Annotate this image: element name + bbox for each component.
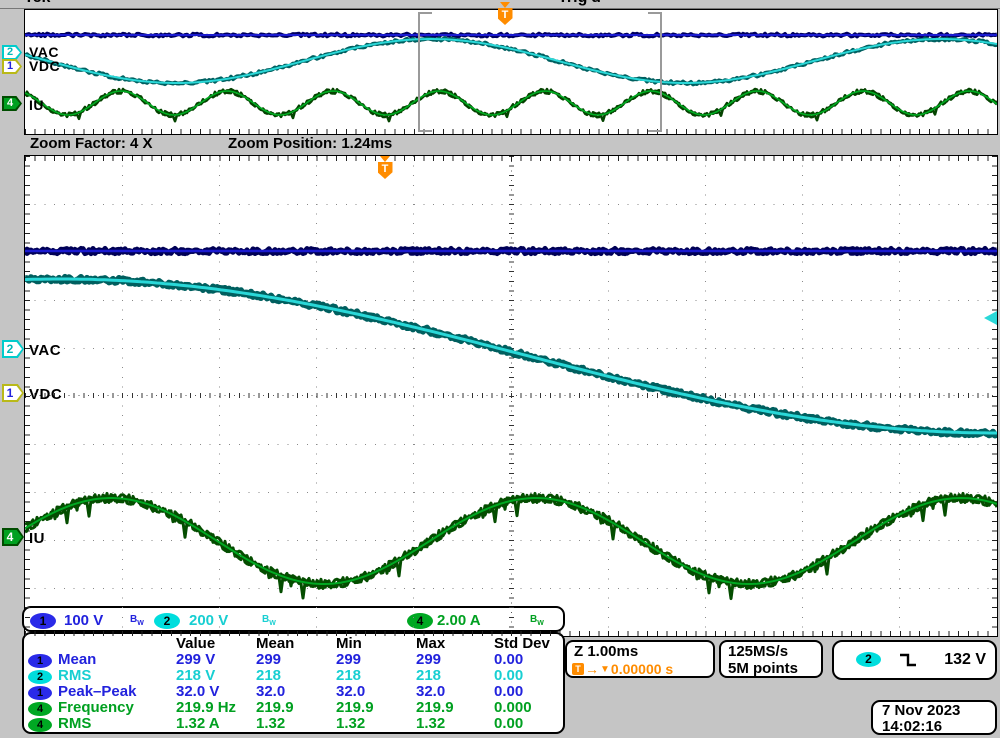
zoom-factor-label: Zoom Factor: 4 X xyxy=(30,135,153,152)
measurement-min: 218 xyxy=(336,668,416,684)
measurement-max: 32.0 xyxy=(416,684,494,700)
channel-badge: 4 xyxy=(28,718,52,732)
trigger-settings-box[interactable]: 2 132 V xyxy=(832,640,997,680)
measurement-name: Mean xyxy=(58,652,176,668)
trigger-arrow-icon xyxy=(500,2,510,8)
tek-logo: Tek xyxy=(24,0,84,7)
measurement-std: 0.00 xyxy=(494,684,563,700)
measurement-std: 0.00 xyxy=(494,668,563,684)
col-mean: Mean xyxy=(256,636,336,652)
measurement-min: 299 xyxy=(336,652,416,668)
zoom-scale-label: Z 1.00ms xyxy=(574,643,638,660)
ch2-marker-overview[interactable]: 2 xyxy=(2,45,22,60)
measurement-mean: 32.0 xyxy=(256,684,336,700)
measurement-mean: 218 xyxy=(256,668,336,684)
trigger-status: Trig'd xyxy=(558,0,653,7)
zoom-waveform-window: VAC VDC IU xyxy=(24,155,998,637)
measurement-row: 2RMS218 V2182182180.00 xyxy=(28,668,563,684)
falling-edge-icon xyxy=(898,651,918,669)
measurement-std: 0.00 xyxy=(494,716,563,732)
col-min: Min xyxy=(336,636,416,652)
channel-badge: 4 xyxy=(28,702,52,716)
trigger-level-arrow[interactable] xyxy=(984,311,997,325)
main-vdc-label: VDC xyxy=(29,386,62,403)
trigger-t-icon: T xyxy=(378,162,393,179)
trigger-level-value: 132 V xyxy=(944,651,986,669)
trigger-position-marker-main[interactable]: T xyxy=(377,156,393,179)
trigger-time-readout: T→▼0.00000 s xyxy=(572,661,673,677)
measurement-std: 0.000 xyxy=(494,700,563,716)
zoom-info-bar: Zoom Factor: 4 X Zoom Position: 1.24ms xyxy=(24,134,996,154)
vac-overview-fuzz xyxy=(25,38,997,84)
measurement-std: 0.00 xyxy=(494,652,563,668)
measurement-value: 32.0 V xyxy=(176,684,256,700)
overview-window: VAC VDC IU xyxy=(24,9,998,135)
ch1-marker-main[interactable]: 1 xyxy=(2,384,24,402)
acquisition-box[interactable]: 125MS/s 5M points xyxy=(719,640,823,678)
zoomed-waveforms xyxy=(25,156,997,636)
measurement-mean: 1.32 xyxy=(256,716,336,732)
trigger-source-badge: 2 xyxy=(856,652,881,667)
measurement-value: 219.9 Hz xyxy=(176,700,256,716)
trigger-t-icon: T xyxy=(572,663,584,675)
oscilloscope-screen: Tek Trig'd VAC VDC IU 2 1 4 T Zoom Facto… xyxy=(0,0,1000,738)
horizontal-settings-box[interactable]: Z 1.00ms T→▼0.00000 s xyxy=(565,640,715,678)
measurement-name: Frequency xyxy=(58,700,176,716)
measurement-name: RMS xyxy=(58,716,176,732)
measurement-name: Peak–Peak xyxy=(58,684,176,700)
vac-main-fuzz xyxy=(25,277,997,435)
overview-waveforms xyxy=(25,10,997,134)
main-vac-label: VAC xyxy=(29,342,61,359)
measurement-max: 1.32 xyxy=(416,716,494,732)
measurement-min: 219.9 xyxy=(336,700,416,716)
ch1-marker-overview[interactable]: 1 xyxy=(2,59,22,74)
measurement-mean: 299 xyxy=(256,652,336,668)
zoom-window-left-bracket[interactable] xyxy=(418,12,420,132)
measurement-max: 219.9 xyxy=(416,700,494,716)
col-std-dev: Std Dev xyxy=(494,636,563,652)
measurement-row: 1Peak–Peak32.0 V32.032.032.00.00 xyxy=(28,684,563,700)
measurement-table: Value Mean Min Max Std Dev 1Mean299 V299… xyxy=(22,632,565,734)
date-label: 7 Nov 2023 xyxy=(882,702,960,719)
ch4-marker-overview[interactable]: 4 xyxy=(2,96,22,111)
measurement-min: 1.32 xyxy=(336,716,416,732)
measurement-value: 299 V xyxy=(176,652,256,668)
time-label: 14:02:16 xyxy=(882,718,942,735)
ch2-marker-main[interactable]: 2 xyxy=(2,340,24,358)
col-value: Value xyxy=(176,636,256,652)
measurement-mean: 219.9 xyxy=(256,700,336,716)
measurement-row: 4RMS1.32 A1.321.321.320.00 xyxy=(28,716,563,732)
record-length: 5M points xyxy=(728,660,798,677)
measurement-name: RMS xyxy=(58,668,176,684)
col-max: Max xyxy=(416,636,494,652)
channel-badge: 2 xyxy=(28,670,52,684)
ch4-marker-main[interactable]: 4 xyxy=(2,528,24,546)
measurement-row: 4Frequency219.9 Hz219.9219.9219.90.000 xyxy=(28,700,563,716)
overview-vdc-label: VDC xyxy=(29,58,60,74)
measurement-header-row: Value Mean Min Max Std Dev xyxy=(28,635,563,652)
overview-iu-label: IU xyxy=(29,97,44,113)
arrow-right-icon: → xyxy=(585,661,599,677)
zoom-position-label: Zoom Position: 1.24ms xyxy=(228,135,392,152)
datetime-box: 7 Nov 2023 14:02:16 xyxy=(871,700,997,735)
zoom-window-right-bracket[interactable] xyxy=(660,12,662,132)
trigger-arrow-icon xyxy=(380,156,390,162)
main-iu-label: IU xyxy=(29,530,45,547)
measurement-max: 218 xyxy=(416,668,494,684)
measurement-min: 32.0 xyxy=(336,684,416,700)
measurement-value: 1.32 A xyxy=(176,716,256,732)
channel-badge: 1 xyxy=(28,654,52,668)
sample-rate: 125MS/s xyxy=(728,643,788,660)
measurement-value: 218 V xyxy=(176,668,256,684)
channel-badge: 1 xyxy=(28,686,52,700)
trigger-t-icon: T xyxy=(498,8,513,25)
measurement-max: 299 xyxy=(416,652,494,668)
trigger-position-marker-overview[interactable]: T xyxy=(497,2,513,25)
vac-overview xyxy=(25,39,997,83)
measurement-row: 1Mean299 V2992992990.00 xyxy=(28,652,563,668)
marker-down-icon: ▼ xyxy=(600,664,610,675)
